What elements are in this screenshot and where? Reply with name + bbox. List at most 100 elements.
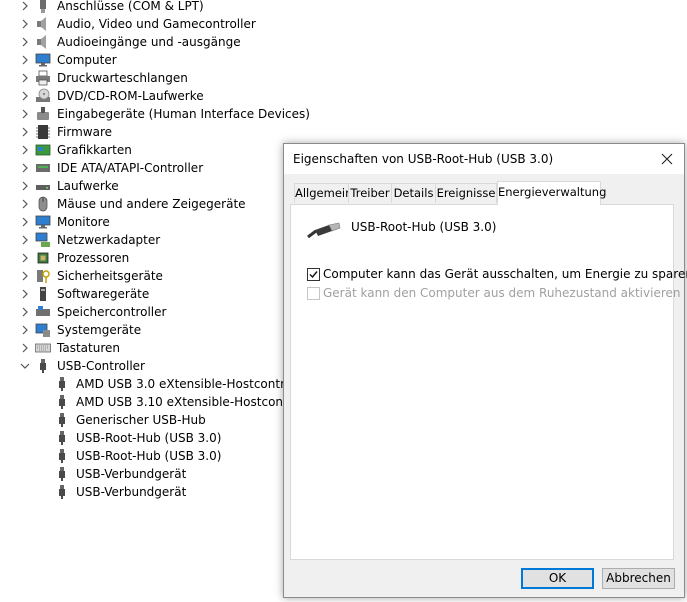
- tree-item-label: Druckwarteschlangen: [57, 71, 188, 85]
- printer-icon: [35, 70, 51, 86]
- tree-item-label: Speichercontroller: [57, 305, 167, 319]
- chevron-right-icon[interactable]: [20, 231, 30, 249]
- tree-item-label: AMD USB 3.0 eXtensible-Hostcontroller: [76, 377, 312, 391]
- disc-drive-icon: [35, 88, 51, 104]
- tree-item-usb-child[interactable]: USB-Verbundgerät: [0, 483, 300, 501]
- chevron-right-icon[interactable]: [20, 285, 30, 303]
- close-icon: [661, 153, 673, 165]
- tree-item-usb-child[interactable]: AMD USB 3.10 eXtensible-Hostcontrolle: [0, 393, 314, 411]
- tree-item-processors[interactable]: Prozessoren: [0, 249, 300, 267]
- tree-item-hid[interactable]: Eingabegeräte (Human Interface Devices): [0, 105, 310, 123]
- checkbox-label: Gerät kann den Computer aus dem Ruhezust…: [323, 286, 681, 300]
- ok-button[interactable]: OK: [521, 568, 594, 589]
- tree-item-usb-child[interactable]: USB-Verbundgerät: [0, 465, 300, 483]
- tree-item-computer[interactable]: Computer: [0, 51, 300, 69]
- chevron-right-icon[interactable]: [20, 51, 30, 69]
- speaker-icon: [35, 34, 51, 50]
- tree-item-security[interactable]: Sicherheitsgeräte: [0, 267, 300, 285]
- checkbox-label: Computer kann das Gerät ausschalten, um …: [323, 267, 687, 281]
- properties-dialog: Eigenschaften von USB-Root-Hub (USB 3.0)…: [283, 143, 687, 598]
- tree-item-drives[interactable]: Laufwerke: [0, 177, 300, 195]
- tab-events[interactable]: Ereignisse: [435, 183, 497, 203]
- tab-general[interactable]: Allgemein: [294, 183, 352, 203]
- usb-icon: [54, 466, 70, 482]
- chevron-right-icon[interactable]: [20, 159, 30, 177]
- tree-item-label: Anschlüsse (COM & LPT): [57, 0, 204, 13]
- dialog-title: Eigenschaften von USB-Root-Hub (USB 3.0): [293, 152, 554, 166]
- tree-item-label: USB-Root-Hub (USB 3.0): [76, 449, 222, 463]
- tab-details[interactable]: Details: [391, 183, 436, 203]
- chevron-down-icon[interactable]: [20, 357, 30, 375]
- chevron-right-icon[interactable]: [20, 0, 30, 15]
- checkbox-box[interactable]: [307, 287, 320, 300]
- tree-item-label: IDE ATA/ATAPI-Controller: [57, 161, 204, 175]
- tree-item-audio-video[interactable]: Audio, Video und Gamecontroller: [0, 15, 300, 33]
- chevron-right-icon[interactable]: [20, 69, 30, 87]
- tree-item-label: AMD USB 3.10 eXtensible-Hostcontrolle: [76, 395, 314, 409]
- tree-item-usb[interactable]: USB-Controller: [0, 357, 300, 375]
- power-management-panel: USB-Root-Hub (USB 3.0) Computer kann das…: [290, 204, 687, 560]
- chevron-right-icon[interactable]: [20, 195, 30, 213]
- tree-item-dvd[interactable]: DVD/CD-ROM-Laufwerke: [0, 87, 300, 105]
- chevron-right-icon[interactable]: [20, 105, 30, 123]
- tree-item-ide[interactable]: IDE ATA/ATAPI-Controller: [0, 159, 300, 177]
- tree-item-graphics[interactable]: Grafikkarten: [0, 141, 300, 159]
- chevron-right-icon[interactable]: [20, 321, 30, 339]
- tree-item-usb-child[interactable]: Generischer USB-Hub: [0, 411, 300, 429]
- storage-controller-icon: [35, 304, 51, 320]
- dialog-titlebar[interactable]: Eigenschaften von USB-Root-Hub (USB 3.0): [284, 144, 684, 174]
- chevron-right-icon[interactable]: [20, 177, 30, 195]
- tree-item-system[interactable]: Systemgeräte: [0, 321, 300, 339]
- close-button[interactable]: [650, 144, 684, 174]
- drive-icon: [35, 178, 51, 194]
- chevron-right-icon[interactable]: [20, 213, 30, 231]
- tree-item-audio-io[interactable]: Audioeingänge und -ausgänge: [0, 33, 300, 51]
- tree-item-firmware[interactable]: Firmware: [0, 123, 300, 141]
- keyboard-icon: [35, 340, 51, 356]
- device-tree: Anschlüsse (COM & LPT) Audio, Video und …: [0, 0, 314, 602]
- tree-item-ports[interactable]: Anschlüsse (COM & LPT): [0, 0, 300, 15]
- tree-item-label: Softwaregeräte: [57, 287, 150, 301]
- chevron-right-icon[interactable]: [20, 267, 30, 285]
- tree-item-label: USB-Verbundgerät: [76, 485, 187, 499]
- tree-item-storage[interactable]: Speichercontroller: [0, 303, 300, 321]
- device-name: USB-Root-Hub (USB 3.0): [351, 220, 497, 234]
- tree-item-network[interactable]: Netzwerkadapter: [0, 231, 300, 249]
- usb-icon: [54, 376, 70, 392]
- cancel-button[interactable]: Abbrechen: [602, 568, 675, 589]
- tab-driver[interactable]: Treiber: [348, 183, 392, 203]
- display-adapter-icon: [35, 142, 51, 158]
- chevron-right-icon[interactable]: [20, 33, 30, 51]
- chevron-right-icon[interactable]: [20, 141, 30, 159]
- allow-power-off-checkbox[interactable]: Computer kann das Gerät ausschalten, um …: [307, 266, 687, 282]
- tree-item-print-queues[interactable]: Druckwarteschlangen: [0, 69, 300, 87]
- usb-icon: [54, 484, 70, 500]
- checkbox-box[interactable]: [307, 268, 320, 281]
- tab-power-management[interactable]: Energieverwaltung: [497, 181, 606, 205]
- software-device-icon: [35, 286, 51, 302]
- chevron-right-icon[interactable]: [20, 123, 30, 141]
- tree-item-usb-child[interactable]: USB-Root-Hub (USB 3.0): [0, 447, 300, 465]
- tree-item-monitors[interactable]: Monitore: [0, 213, 300, 231]
- tree-item-label: Sicherheitsgeräte: [57, 269, 163, 283]
- chevron-right-icon[interactable]: [20, 15, 30, 33]
- usb-icon: [35, 358, 51, 374]
- tree-item-label: Grafikkarten: [57, 143, 132, 157]
- tree-item-usb-child[interactable]: AMD USB 3.0 eXtensible-Hostcontroller: [0, 375, 311, 393]
- system-device-icon: [35, 322, 51, 338]
- ide-icon: [35, 160, 51, 176]
- usb-icon: [54, 430, 70, 446]
- allow-wake-checkbox[interactable]: Gerät kann den Computer aus dem Ruhezust…: [307, 285, 681, 301]
- tree-item-label: Mäuse und andere Zeigegeräte: [57, 197, 246, 211]
- speaker-icon: [35, 16, 51, 32]
- tree-item-usb-child[interactable]: USB-Root-Hub (USB 3.0): [0, 429, 300, 447]
- tree-item-label: USB-Root-Hub (USB 3.0): [76, 431, 222, 445]
- tree-item-keyboards[interactable]: Tastaturen: [0, 339, 300, 357]
- chevron-right-icon[interactable]: [20, 339, 30, 357]
- chevron-right-icon[interactable]: [20, 249, 30, 267]
- tree-item-mice[interactable]: Mäuse und andere Zeigegeräte: [0, 195, 300, 213]
- tree-item-software[interactable]: Softwaregeräte: [0, 285, 300, 303]
- port-icon: [35, 0, 51, 14]
- chevron-right-icon[interactable]: [20, 87, 30, 105]
- chevron-right-icon[interactable]: [20, 303, 30, 321]
